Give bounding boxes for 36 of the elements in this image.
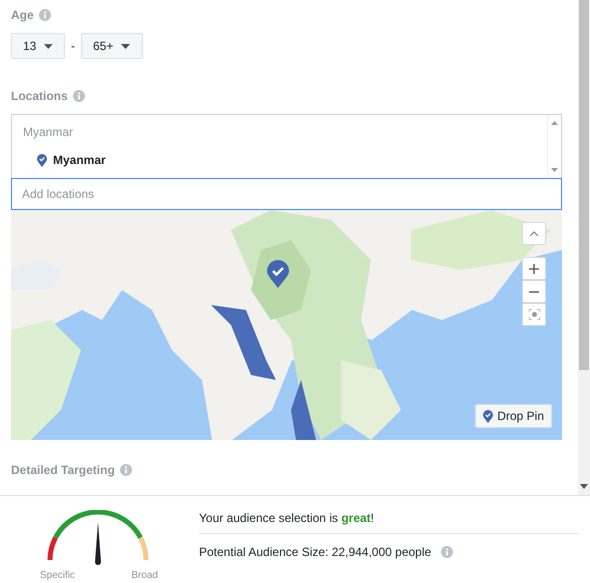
audience-message: Your audience selection is great!: [199, 511, 579, 534]
location-search-field[interactable]: Add locations: [11, 178, 562, 210]
recenter-button[interactable]: [522, 303, 546, 326]
age-separator: -: [71, 39, 75, 53]
map-pin-icon: [37, 154, 47, 166]
location-item[interactable]: Myanmar: [53, 153, 106, 167]
scroll-down-icon[interactable]: [551, 168, 558, 172]
zoom-in-button[interactable]: [522, 257, 546, 280]
scroll-down-icon[interactable]: [580, 484, 588, 489]
gauge-high-label: Broad: [131, 570, 158, 581]
caret-icon: [121, 44, 130, 48]
gauge-low-label: Specific: [40, 570, 76, 581]
scrollbar[interactable]: [578, 0, 590, 495]
info-icon[interactable]: [72, 90, 85, 102]
plus-icon: [529, 264, 539, 274]
age-min-dropdown[interactable]: 13: [11, 33, 65, 59]
age-max-dropdown[interactable]: 65+: [81, 33, 143, 59]
info-icon[interactable]: [120, 464, 132, 476]
scrollbar-thumb[interactable]: [579, 0, 589, 370]
map-pin-icon: [267, 260, 289, 288]
scroll-up-icon[interactable]: [551, 121, 558, 125]
location-group-label: Myanmar: [23, 125, 74, 139]
locations-label: Locations: [11, 89, 68, 103]
chevron-up-icon: [530, 231, 538, 236]
list-scrollbar[interactable]: [547, 115, 561, 178]
info-icon[interactable]: [441, 546, 454, 558]
focus-icon: [528, 309, 540, 320]
info-icon[interactable]: [38, 9, 51, 21]
caret-icon: [44, 44, 53, 48]
drop-pin-button[interactable]: Drop Pin: [475, 404, 552, 428]
zoom-out-button[interactable]: [522, 280, 546, 303]
audience-size: Potential Audience Size: 22,944,000 people: [199, 545, 432, 559]
age-label: Age: [11, 8, 34, 22]
map-pin-icon: [483, 410, 494, 422]
collapse-map-button[interactable]: [522, 222, 546, 245]
detailed-targeting-label: Detailed Targeting: [11, 463, 115, 477]
